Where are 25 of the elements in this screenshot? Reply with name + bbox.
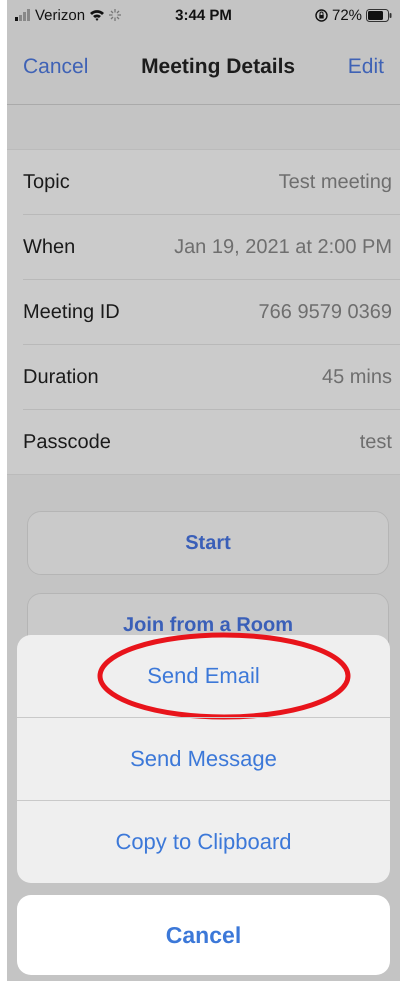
wifi-icon (89, 9, 106, 21)
field-label: When (23, 236, 76, 258)
loading-icon (109, 9, 122, 21)
rotation-lock-icon (314, 8, 328, 22)
cancel-link[interactable]: Cancel (23, 55, 88, 79)
screen-title: Meeting Details (141, 55, 296, 79)
cancel-button[interactable]: Cancel (17, 895, 390, 975)
field-label: Meeting ID (23, 300, 120, 324)
field-value: Test meeting (278, 170, 392, 194)
sheet-action[interactable]: Copy to Clipboard (17, 801, 390, 883)
clock-time: 3:44 PM (175, 6, 232, 24)
field-value: 45 mins (322, 366, 392, 388)
field-label: Passcode (23, 430, 111, 454)
signal-icon (15, 9, 31, 21)
edit-link[interactable]: Edit (348, 55, 384, 79)
field-label: Topic (23, 170, 70, 194)
field-label: Duration (23, 366, 99, 388)
action-button[interactable]: Start (27, 511, 389, 575)
sheet-action[interactable]: Send Message (17, 718, 390, 800)
field-value: test (360, 430, 392, 454)
field-value: 766 9579 0369 (258, 300, 392, 324)
battery-icon (366, 8, 392, 22)
field-value: Jan 19, 2021 at 2:00 PM (174, 236, 392, 258)
carrier-name: Verizon (35, 6, 86, 24)
battery-percent: 72% (332, 6, 362, 24)
